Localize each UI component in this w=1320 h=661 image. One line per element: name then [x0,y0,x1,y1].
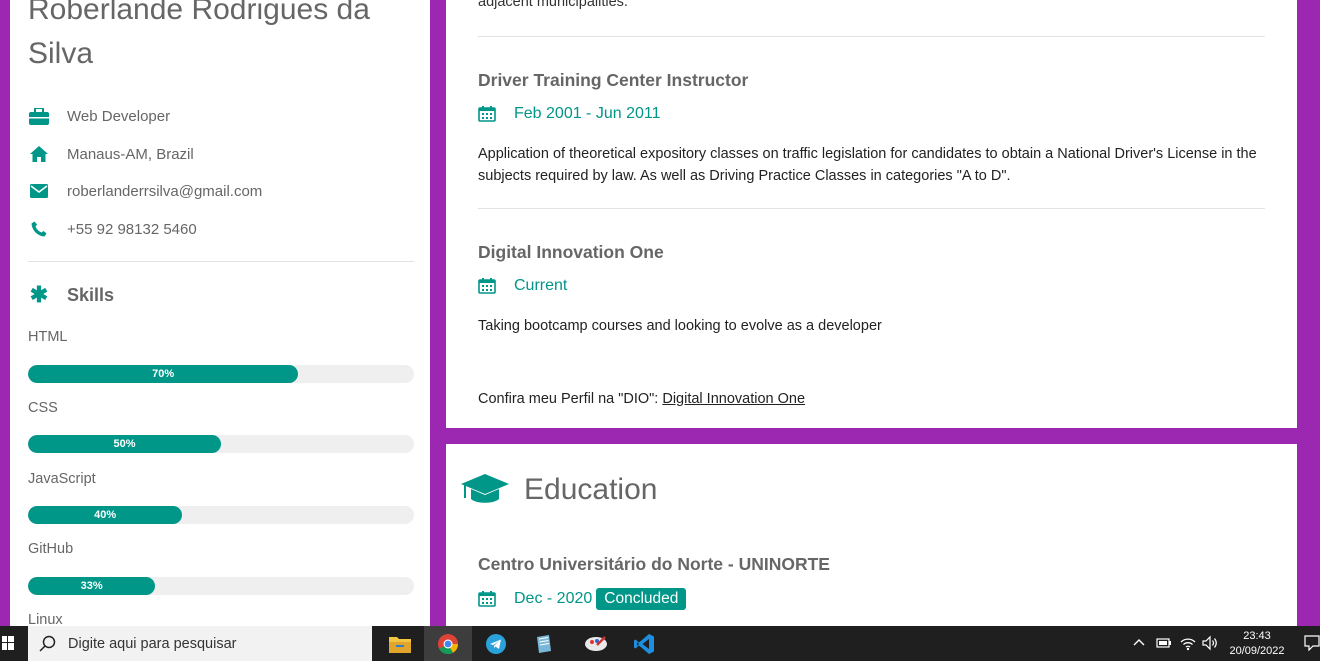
profile-name: Roberlande Rodrigues da Silva [28,0,370,70]
email-text: roberlanderrsilva@gmail.com [67,182,263,200]
phone-text: +55 92 98132 5460 [67,220,197,238]
dio-prefix: Confira meu Perfil na "DIO": [478,391,663,407]
skill-label-javascript: JavaScript [28,471,96,487]
dio-link[interactable]: Digital Innovation One [662,391,805,407]
job-title: Driver Training Center Instructor [478,70,749,90]
graduation-cap-icon [461,474,509,503]
asterisk-icon: ✱ [29,282,49,307]
job-text: Web Developer [67,107,171,125]
notifications-icon[interactable] [1304,635,1320,651]
divider [478,36,1265,37]
chevron-up-icon[interactable] [1133,635,1145,651]
location-row: Manaus-AM, Brazil [28,142,194,166]
job-date: Current [478,277,567,295]
notes-icon [537,634,551,653]
folder-icon [389,636,411,653]
vscode-button[interactable] [620,626,668,661]
skills-heading-text: Skills [67,284,115,305]
divider [478,208,1265,209]
chrome-icon [438,633,459,654]
notes-app-button[interactable] [520,626,568,661]
system-clock[interactable]: 23:43 20/09/2022 [1222,629,1292,659]
paint-icon [585,635,607,651]
experience-card: adjacent municipalities. Driver Training… [446,0,1297,428]
home-icon [28,145,50,163]
job-date-text: Feb 2001 - Jun 2011 [514,105,661,122]
envelope-icon [28,182,50,200]
file-explorer-button[interactable] [376,626,424,661]
vscode-icon [634,633,654,654]
skill-bar-javascript: 40% [28,506,414,524]
calendar-icon [478,106,496,122]
phone-row: +55 92 98132 5460 [28,217,197,241]
cut-description: adjacent municipalities. [478,0,628,10]
taskbar: Digite aqui para pesquisar 23:43 20/09/2… [0,626,1320,661]
clock-time: 23:43 [1243,630,1271,642]
education-date: Dec - 2020 Concluded [478,588,687,610]
education-card: Education Centro Universitário do Norte … [446,444,1297,634]
skills-heading: ✱ Skills [28,282,114,308]
briefcase-icon [28,107,50,125]
job-date: Feb 2001 - Jun 2011 [478,105,660,123]
job-date-text: Current [514,277,568,294]
skill-bar-fill: 40% [28,506,183,524]
skill-label-github: GitHub [28,541,74,557]
windows-start-icon[interactable] [2,636,14,650]
dio-profile-line: Confira meu Perfil na "DIO": Digital Inn… [478,391,805,407]
taskbar-search[interactable]: Digite aqui para pesquisar [28,626,372,661]
skill-bar-github: 33% [28,577,414,595]
speaker-icon[interactable] [1202,635,1218,651]
calendar-icon [478,591,496,607]
profile-card: Roberlande Rodrigues da Silva Web Develo… [10,0,430,626]
school-name: Centro Universitário do Norte - UNINORTE [478,554,830,574]
education-date-text: Dec - 2020 [514,590,593,607]
calendar-icon [478,278,496,294]
chrome-button[interactable] [424,626,472,661]
education-heading-text: Education [524,473,658,506]
job-description: Taking bootcamp courses and looking to e… [478,318,882,334]
status-badge: Concluded [596,588,687,610]
job-row: Web Developer [28,104,170,128]
skill-bar-fill: 50% [28,435,221,453]
skill-label-linux: Linux [28,612,63,626]
job-description: Application of theoretical expository cl… [478,146,1257,184]
telegram-button[interactable] [472,626,520,661]
location-text: Manaus-AM, Brazil [67,145,194,163]
skill-bar-fill: 70% [28,365,299,383]
telegram-icon [486,633,506,654]
wifi-icon[interactable] [1180,635,1196,651]
divider [28,261,414,262]
skill-bar-html: 70% [28,365,414,383]
clock-date: 20/09/2022 [1229,645,1285,657]
search-placeholder: Digite aqui para pesquisar [68,635,237,652]
search-icon [39,635,56,652]
phone-icon [28,220,50,238]
skill-label-html: HTML [28,329,68,345]
skill-bar-css: 50% [28,435,414,453]
job-title: Digital Innovation One [478,242,664,262]
skill-bar-fill: 33% [28,577,156,595]
education-heading: Education [460,472,657,508]
battery-icon[interactable] [1155,635,1171,651]
skill-label-css: CSS [28,400,58,416]
email-row: roberlanderrsilva@gmail.com [28,179,262,203]
paint-app-button[interactable] [572,626,620,661]
